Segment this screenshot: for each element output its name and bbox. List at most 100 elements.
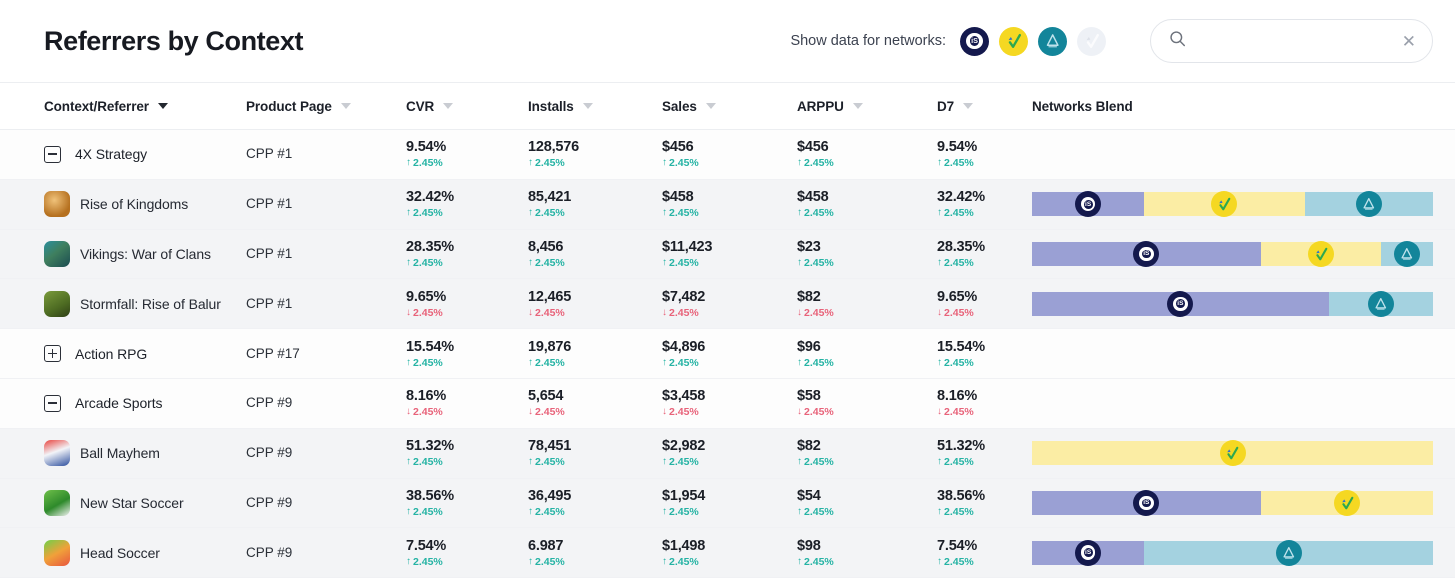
- metric-delta-value-installs: 2.45%: [535, 456, 565, 469]
- table-row[interactable]: Ball Mayhem CPP #9 51.32% ↑ 2.45% 78,451 ↑ 2.45…: [0, 428, 1455, 479]
- column-header-d7[interactable]: D7: [937, 99, 1032, 114]
- collapse-group-button[interactable]: [44, 394, 61, 412]
- product-page-value: CPP #1: [246, 245, 293, 261]
- metric-delta-sales: ↑ 2.45%: [662, 157, 797, 169]
- metric-value-arppu: $458: [797, 189, 829, 206]
- blend-segment-is[interactable]: iS: [1032, 539, 1145, 566]
- metric-value-cvr: 51.32%: [406, 438, 454, 455]
- cell-product-page: CPP #9: [246, 394, 406, 412]
- blend-segment-a[interactable]: [1380, 240, 1433, 267]
- metric-delta-sales: ↑ 2.45%: [662, 207, 797, 219]
- game-icon-stormfall: [44, 290, 70, 317]
- cell-installs: 128,576 ↑ 2.45%: [528, 139, 662, 169]
- blend-segment-a[interactable]: [1144, 539, 1433, 566]
- metric-delta-installs: ↑ 2.45%: [528, 207, 662, 219]
- network-filter-vungle-icon[interactable]: [999, 26, 1028, 56]
- cell-cvr: 38.56% ↑ 2.45%: [406, 488, 528, 518]
- table-row[interactable]: New Star Soccer CPP #9 38.56% ↑ 2.45% 36,495 ↑…: [0, 478, 1455, 529]
- sort-caret-context[interactable]: [157, 103, 168, 109]
- search-input[interactable]: [1196, 33, 1402, 49]
- table-row[interactable]: Rise of Kingdoms CPP #1 32.42% ↑ 2.45% 85,421…: [0, 179, 1455, 230]
- blend-segment-v[interactable]: [1144, 191, 1305, 218]
- arrow-up-icon: ↑: [797, 555, 802, 567]
- blend-segment-v[interactable]: [1032, 440, 1433, 467]
- cell-context: Action RPG: [0, 345, 246, 363]
- metric-value-sales: $3,458: [662, 388, 706, 405]
- cell-sales: $1,954 ↑ 2.45%: [662, 488, 797, 518]
- cell-arppu: $54 ↑ 2.45%: [797, 488, 937, 518]
- blend-segment-is[interactable]: iS: [1032, 489, 1261, 516]
- table-row[interactable]: Action RPG CPP #17 15.54% ↑ 2.45% 19,876 ↑ 2.45…: [0, 329, 1455, 379]
- blend-badge-applovin-icon: [1355, 191, 1382, 218]
- metric-delta-d7: ↑ 2.45%: [937, 506, 1032, 518]
- column-header-cvr[interactable]: CVR: [406, 99, 528, 114]
- metric-delta-sales: ↑ 2.45%: [662, 257, 797, 269]
- network-filter-ironsource-icon[interactable]: iS: [960, 26, 989, 56]
- column-header-arppu[interactable]: ARPPU: [797, 99, 937, 114]
- networks-blend-bar: iS: [1032, 191, 1433, 218]
- table-row[interactable]: Stormfall: Rise of Balur CPP #1 9.65% ↓ 2.45…: [0, 279, 1455, 330]
- sort-caret-product[interactable]: [340, 103, 351, 109]
- arrow-down-icon: ↓: [528, 406, 533, 418]
- metric-value-sales: $4,896: [662, 338, 706, 355]
- sort-caret-cvr[interactable]: [443, 103, 454, 109]
- networks-blend-bar: iS: [1032, 290, 1433, 317]
- collapse-group-button[interactable]: [44, 145, 61, 163]
- table-row[interactable]: Arcade Sports CPP #9 8.16% ↓ 2.45% 5,654 ↓ 2.45…: [0, 378, 1455, 429]
- arrow-up-icon: ↑: [937, 157, 942, 169]
- cell-networks-blend: [1032, 440, 1455, 467]
- cell-cvr: 51.32% ↑ 2.45%: [406, 438, 528, 468]
- metric-delta-arppu: ↑ 2.45%: [797, 157, 937, 169]
- metric-delta-cvr: ↑ 2.45%: [406, 157, 528, 169]
- table-row[interactable]: 4X Strategy CPP #1 9.54% ↑ 2.45% 128,576 ↑ 2.45…: [0, 130, 1455, 180]
- metric-delta-value-d7: 2.45%: [944, 505, 974, 518]
- arrow-up-icon: ↑: [662, 256, 667, 268]
- search-box[interactable]: ✕: [1150, 19, 1433, 63]
- metric-delta-value-cvr: 2.45%: [413, 406, 443, 419]
- blend-segment-a[interactable]: [1328, 290, 1433, 317]
- metric-value-cvr: 9.65%: [406, 288, 447, 305]
- network-filter-unity-ads-icon[interactable]: [1077, 26, 1106, 56]
- cell-arppu: $458 ↑ 2.45%: [797, 189, 937, 219]
- table-body: 4X Strategy CPP #1 9.54% ↑ 2.45% 128,576 ↑ 2.45…: [0, 130, 1455, 579]
- arrow-up-icon: ↑: [406, 555, 411, 567]
- product-page-value: CPP #9: [246, 445, 293, 461]
- blend-segment-v[interactable]: [1260, 489, 1433, 516]
- context-name: Rise of Kingdoms: [80, 196, 189, 213]
- cell-networks-blend: iS: [1032, 290, 1455, 317]
- sort-caret-arppu[interactable]: [852, 103, 863, 109]
- metric-delta-value-d7: 2.45%: [944, 157, 974, 170]
- metric-delta-value-sales: 2.45%: [669, 256, 699, 269]
- blend-segment-is[interactable]: iS: [1032, 191, 1145, 218]
- network-filter-applovin-icon[interactable]: [1038, 26, 1067, 56]
- metric-value-d7: 9.65%: [937, 288, 978, 305]
- blend-segment-is[interactable]: iS: [1032, 240, 1261, 267]
- arrow-down-icon: ↓: [528, 306, 533, 318]
- metric-delta-arppu: ↑ 2.45%: [797, 207, 937, 219]
- table-row[interactable]: Head Soccer CPP #9 7.54% ↑ 2.45% 6.987 ↑ 2.45% $…: [0, 528, 1455, 579]
- blend-segment-is[interactable]: iS: [1032, 290, 1329, 317]
- column-header-product[interactable]: Product Page: [246, 99, 406, 114]
- arrow-up-icon: ↑: [528, 356, 533, 368]
- blend-badge-ironsource-icon: iS: [1075, 191, 1102, 218]
- blend-segment-v[interactable]: [1260, 240, 1381, 267]
- table-header-row: Context/Referrer Product Page CVR Installs S…: [0, 82, 1455, 130]
- column-header-installs[interactable]: Installs: [528, 99, 662, 114]
- blend-segment-a[interactable]: [1304, 191, 1433, 218]
- sort-caret-sales[interactable]: [705, 103, 716, 109]
- expand-group-button[interactable]: [44, 345, 61, 363]
- column-header-sales[interactable]: Sales: [662, 99, 797, 114]
- sort-caret-installs[interactable]: [582, 103, 593, 109]
- cell-context: Vikings: War of Clans: [0, 240, 246, 267]
- product-page-value: CPP #9: [246, 395, 293, 411]
- metric-delta-d7: ↑ 2.45%: [937, 357, 1032, 369]
- close-icon[interactable]: ✕: [1402, 33, 1416, 50]
- arrow-up-icon: ↑: [937, 505, 942, 517]
- product-page-value: CPP #1: [246, 196, 293, 212]
- metric-delta-cvr: ↑ 2.45%: [406, 556, 528, 568]
- metric-delta-cvr: ↑ 2.45%: [406, 357, 528, 369]
- column-header-context[interactable]: Context/Referrer: [0, 99, 246, 114]
- arrow-down-icon: ↓: [797, 406, 802, 418]
- table-row[interactable]: Vikings: War of Clans CPP #1 28.35% ↑ 2.45% 8…: [0, 229, 1455, 280]
- sort-caret-d7[interactable]: [963, 103, 974, 109]
